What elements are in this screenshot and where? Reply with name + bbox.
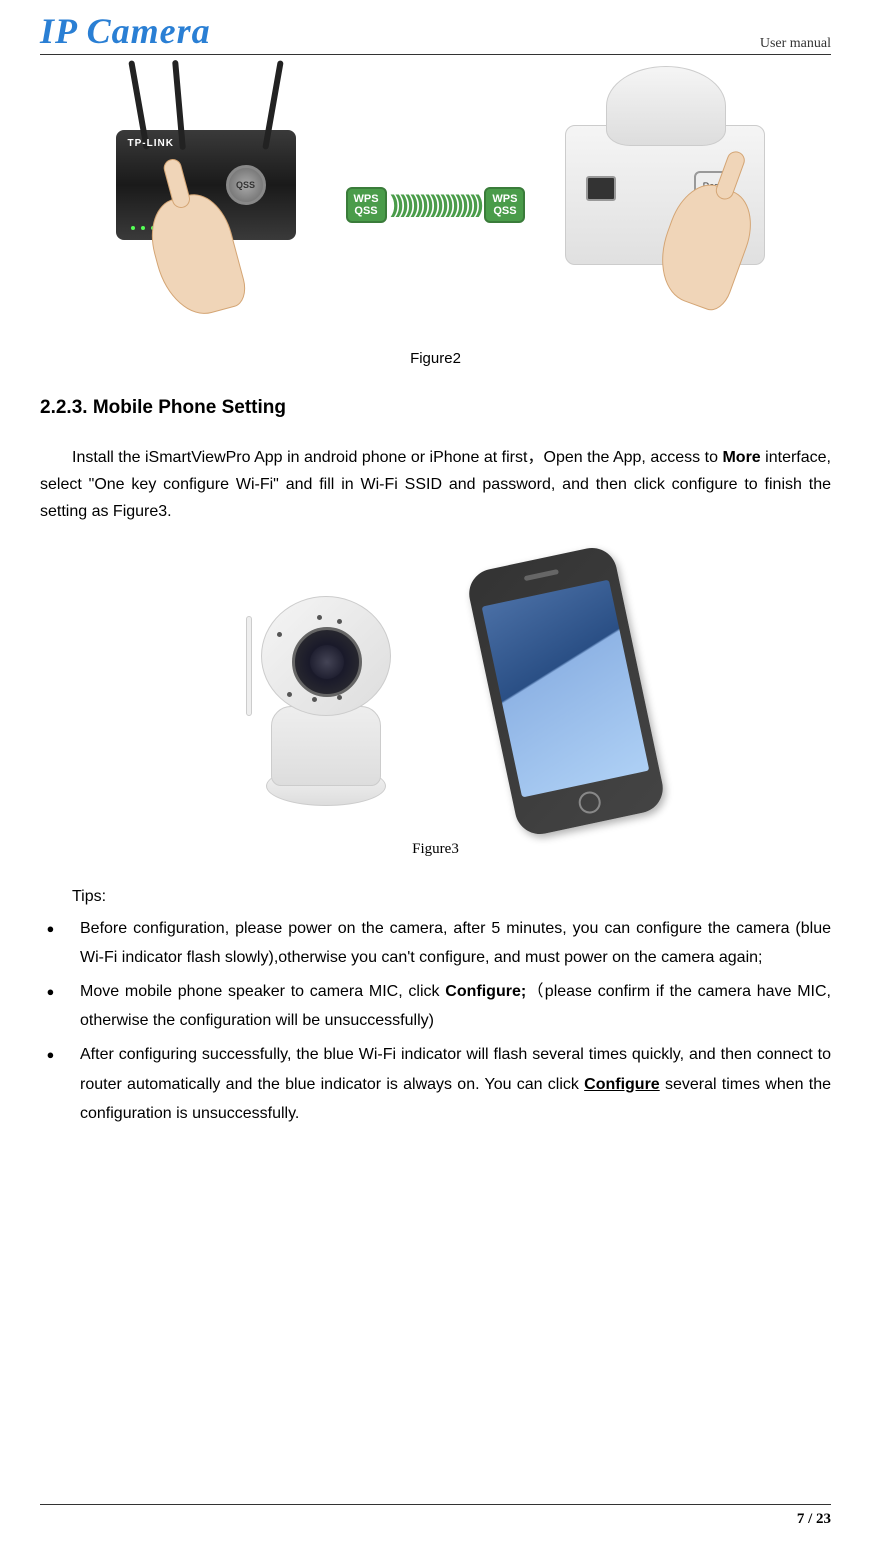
figure3-caption: Figure3 xyxy=(40,841,831,858)
wps-signal-icon: WPSQSS )))))))))))))))))) WPSQSS xyxy=(346,187,526,223)
page-number: 7 / 23 xyxy=(797,1511,831,1527)
figure2-illustration: TP-LINK QSS WPSQSS )))))))))))))))))) WP… xyxy=(40,75,831,335)
tips-label: Tips: xyxy=(72,888,831,906)
figure2-caption: Figure2 xyxy=(40,350,831,367)
list-item: After configuring successfully, the blue… xyxy=(40,1040,831,1129)
section-heading: 2.2.3. Mobile Phone Setting xyxy=(40,397,831,419)
page-footer: 7 / 23 xyxy=(40,1504,831,1528)
phone-image xyxy=(464,543,667,838)
router-brand-label: TP-LINK xyxy=(128,138,174,149)
router-image: TP-LINK QSS xyxy=(76,75,336,335)
list-item: Move mobile phone speaker to camera MIC,… xyxy=(40,977,831,1036)
tips-list: Before configuration, please power on th… xyxy=(40,914,831,1129)
logo: IP Camera xyxy=(40,10,211,52)
signal-waves-icon: )))))))))))))))))) xyxy=(391,191,481,219)
camera-image: Reset xyxy=(535,75,795,335)
ethernet-port-icon xyxy=(586,176,616,201)
wps-badge-right: WPSQSS xyxy=(484,187,525,223)
section-paragraph: Install the iSmartViewPro App in android… xyxy=(40,444,831,526)
page-header: IP Camera User manual xyxy=(40,10,831,55)
hand-icon xyxy=(665,185,765,315)
figure3-illustration xyxy=(40,556,831,826)
ptz-camera-image xyxy=(231,576,411,806)
hand-icon xyxy=(156,195,256,325)
wps-badge-left: WPSQSS xyxy=(346,187,387,223)
doc-title: User manual xyxy=(760,36,831,52)
list-item: Before configuration, please power on th… xyxy=(40,914,831,973)
